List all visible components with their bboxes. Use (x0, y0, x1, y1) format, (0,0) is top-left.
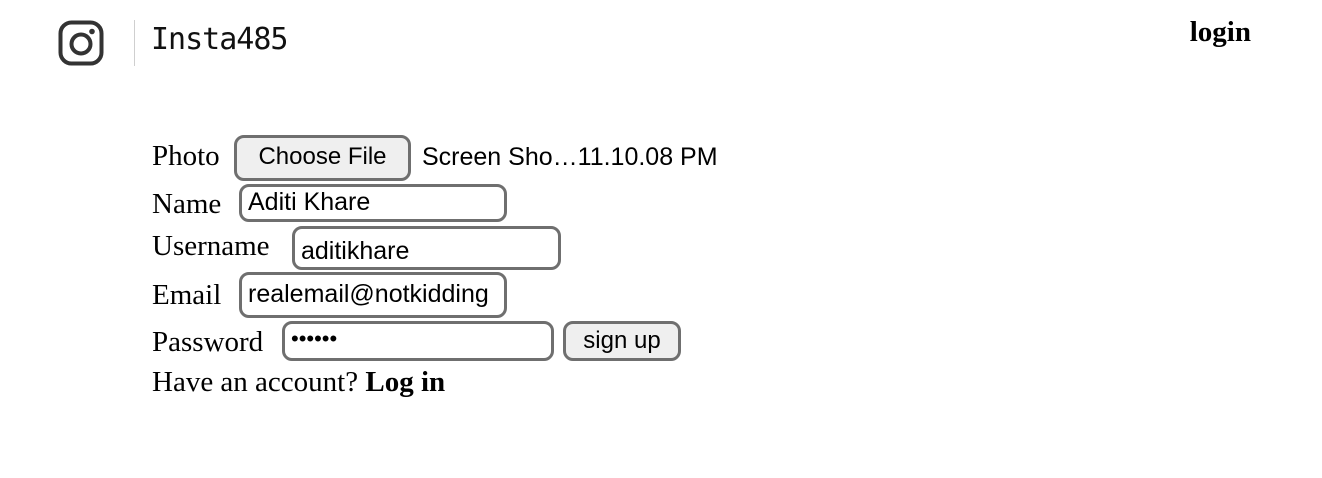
email-label: Email (152, 279, 222, 311)
selected-file-name: Screen Sho…11.10.08 PM (422, 143, 718, 171)
name-label: Name (152, 188, 222, 220)
brand-title[interactable]: Insta485 (151, 22, 288, 57)
log-in-link[interactable]: Log in (365, 366, 445, 398)
have-account-line: Have an account? Log in (152, 366, 445, 399)
email-input-value: realemail@notkidding (248, 280, 489, 308)
username-label: Username (152, 230, 270, 262)
password-input[interactable]: •••••• (282, 321, 554, 361)
choose-file-button[interactable]: Choose File (234, 135, 411, 181)
nav-login-link[interactable]: login (1190, 16, 1251, 49)
have-account-text: Have an account? (152, 366, 359, 398)
username-input[interactable]: aditikhare (292, 226, 561, 270)
password-label: Password (152, 326, 264, 358)
photo-label: Photo (152, 140, 220, 172)
sign-up-button[interactable]: sign up (563, 321, 681, 361)
header-divider (134, 20, 135, 66)
password-input-value: •••••• (291, 326, 338, 351)
name-input[interactable]: Aditi Khare (239, 184, 507, 222)
name-input-value: Aditi Khare (248, 188, 371, 216)
username-input-value: aditikhare (301, 237, 410, 265)
instagram-icon[interactable] (58, 20, 104, 66)
email-input[interactable]: realemail@notkidding (239, 272, 507, 318)
